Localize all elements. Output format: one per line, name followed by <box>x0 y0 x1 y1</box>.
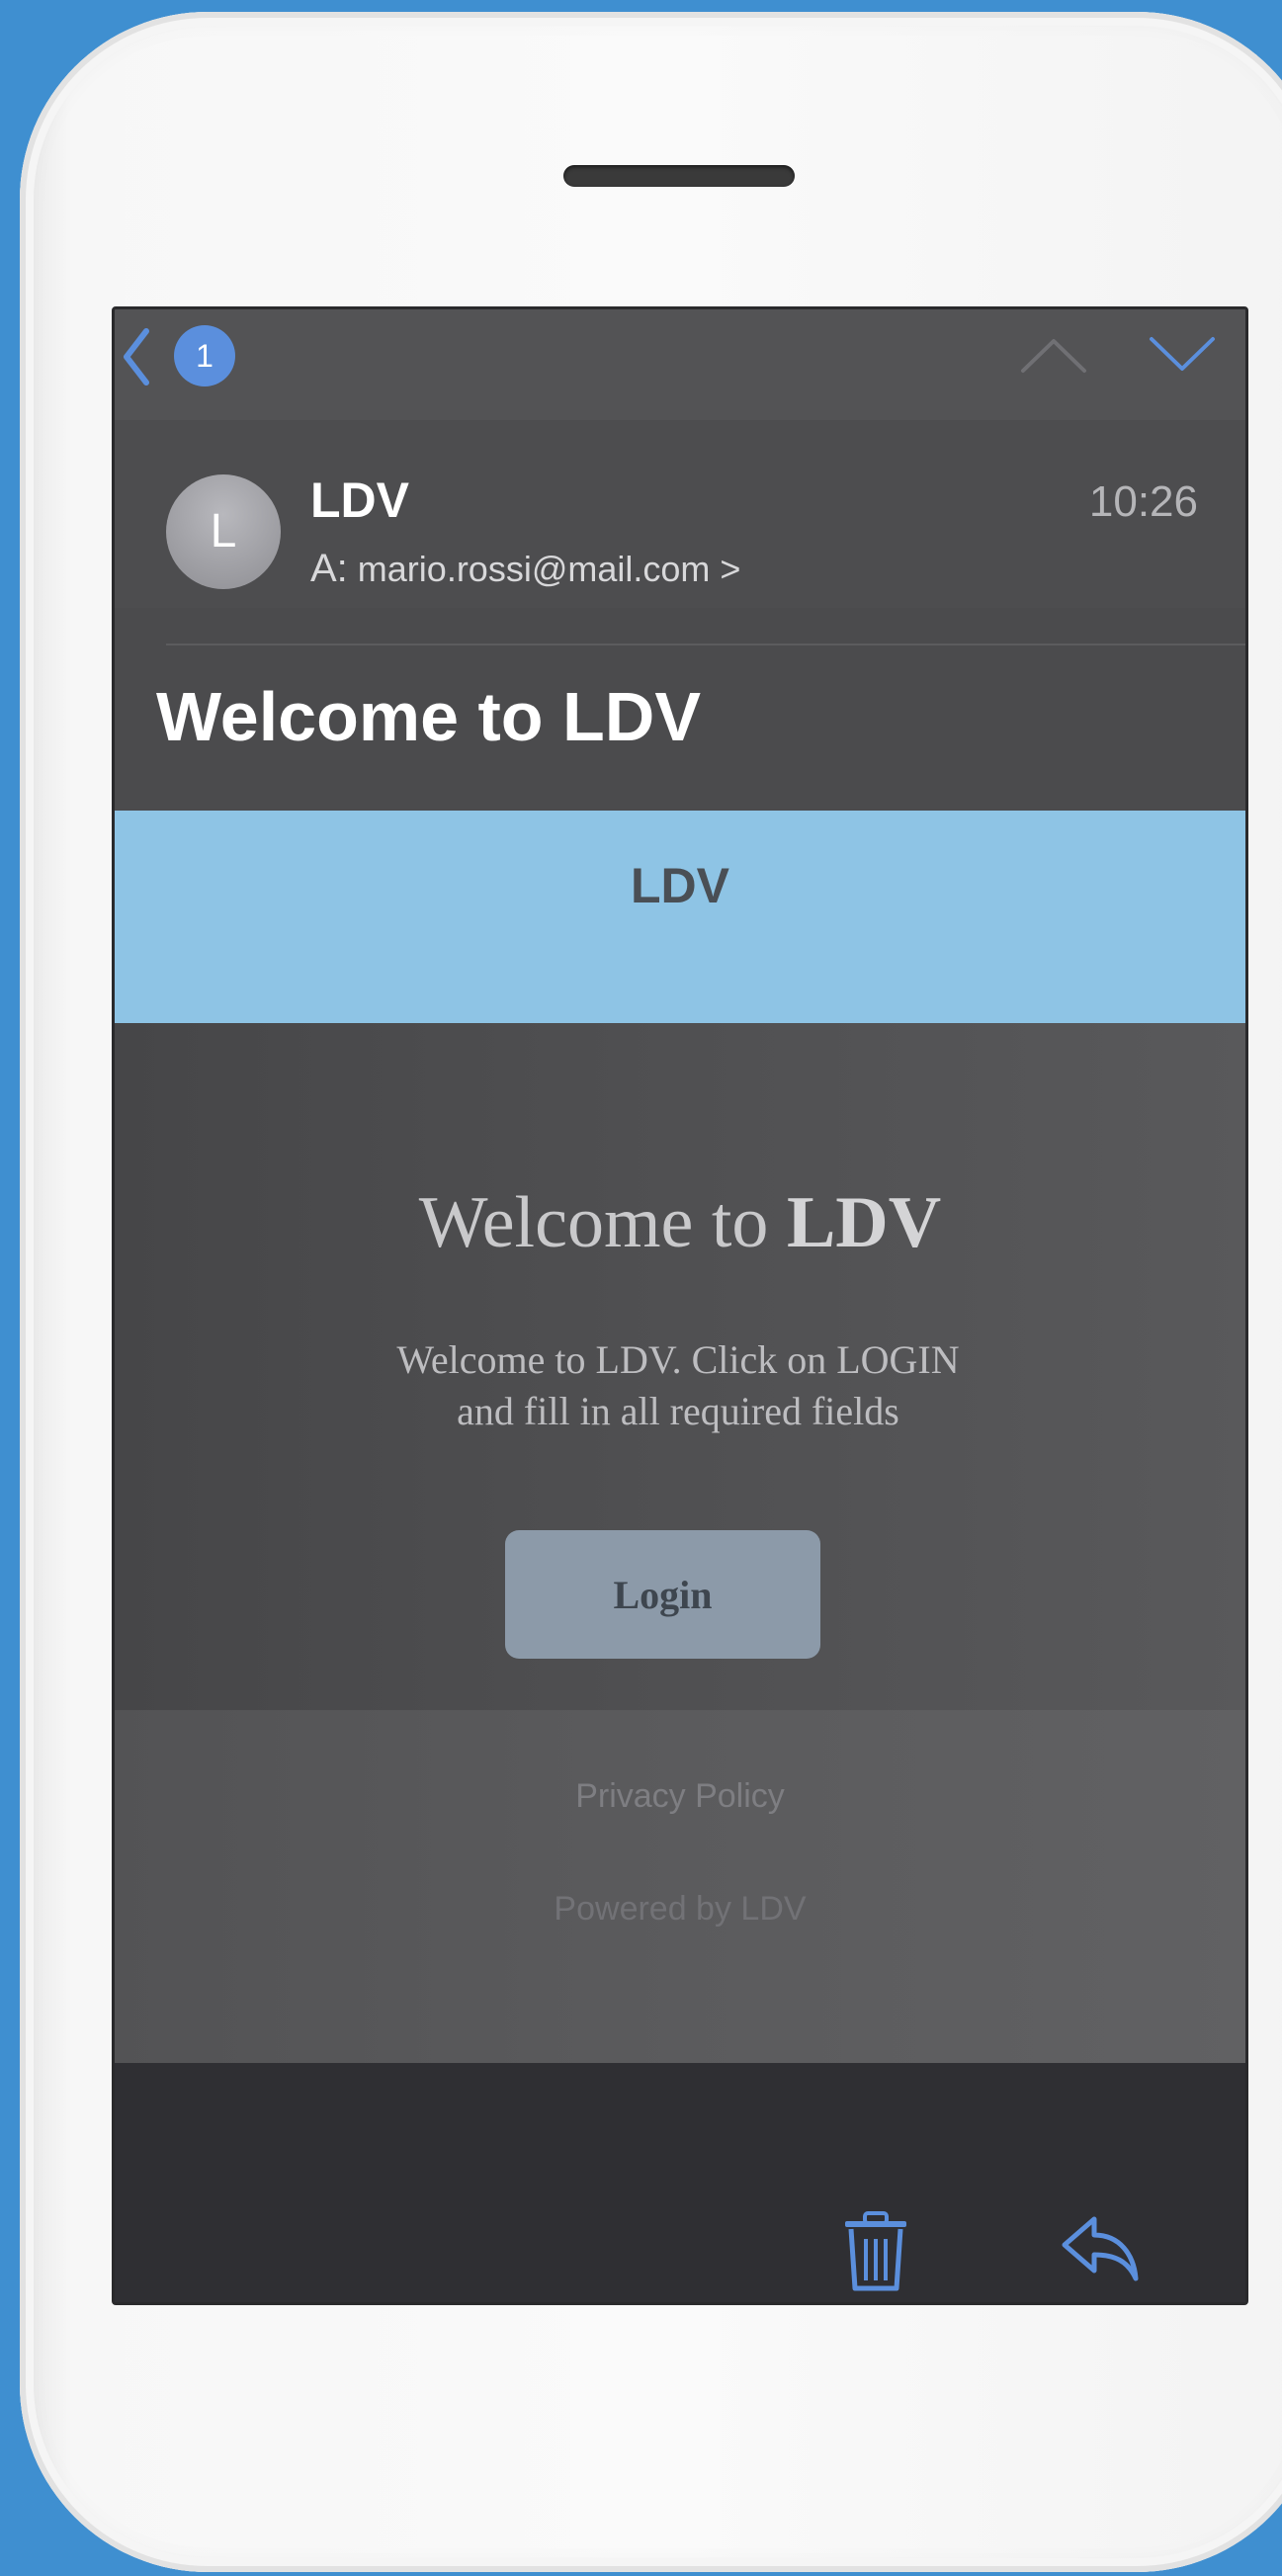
recipient-prefix: A: <box>310 547 348 590</box>
powered-by-text: Powered by LDV <box>554 1890 807 1928</box>
mail-toolbar <box>115 2063 1245 2302</box>
welcome-heading: Welcome to LDV <box>115 1181 1245 1265</box>
welcome-message: Welcome to LDV. Click on LOGIN and fill … <box>362 1334 994 1437</box>
privacy-policy-link[interactable]: Privacy Policy <box>115 1777 1245 1816</box>
email-footer: Privacy Policy Powered by LDV <box>115 1710 1245 2063</box>
welcome-message-line1: Welcome to LDV. Click on LOGIN <box>396 1337 960 1382</box>
message-time: 10:26 <box>1088 477 1198 526</box>
mail-navigation-bar: 1 <box>115 309 1245 421</box>
trash-icon[interactable] <box>841 2211 910 2292</box>
banner-logo-text: LDV <box>631 858 729 913</box>
sender-avatar[interactable]: L <box>166 474 281 589</box>
email-content: Welcome to LDV Welcome to LDV. Click on … <box>115 1023 1245 1710</box>
email-banner: LDV <box>115 811 1245 1023</box>
mail-screen: 1 L LDV 10:26 A: mario.rossi@mail.com > W… <box>112 306 1248 2305</box>
recipient-address[interactable]: mario.rossi@mail.com > <box>358 549 741 589</box>
reply-icon[interactable] <box>1061 2213 1140 2282</box>
welcome-message-line2: and fill in all required fields <box>457 1389 899 1433</box>
message-subject: Welcome to LDV <box>156 678 702 755</box>
phone-frame: 1 L LDV 10:26 A: mario.rossi@mail.com > W… <box>20 12 1282 2572</box>
back-chevron-icon[interactable] <box>121 327 150 386</box>
welcome-heading-prefix: Welcome to <box>418 1182 769 1263</box>
login-button[interactable]: Login <box>505 1530 820 1659</box>
sender-name[interactable]: LDV <box>310 472 409 529</box>
next-message-icon[interactable] <box>1148 329 1217 379</box>
message-header: L LDV 10:26 A: mario.rossi@mail.com > <box>115 420 1245 608</box>
speaker-grille <box>563 165 795 187</box>
previous-message-icon[interactable] <box>1019 329 1088 379</box>
welcome-heading-brand: LDV <box>786 1182 942 1263</box>
unread-count-badge[interactable]: 1 <box>174 325 235 386</box>
recipient-line[interactable]: A: mario.rossi@mail.com > <box>310 547 740 591</box>
header-divider <box>166 644 1245 645</box>
